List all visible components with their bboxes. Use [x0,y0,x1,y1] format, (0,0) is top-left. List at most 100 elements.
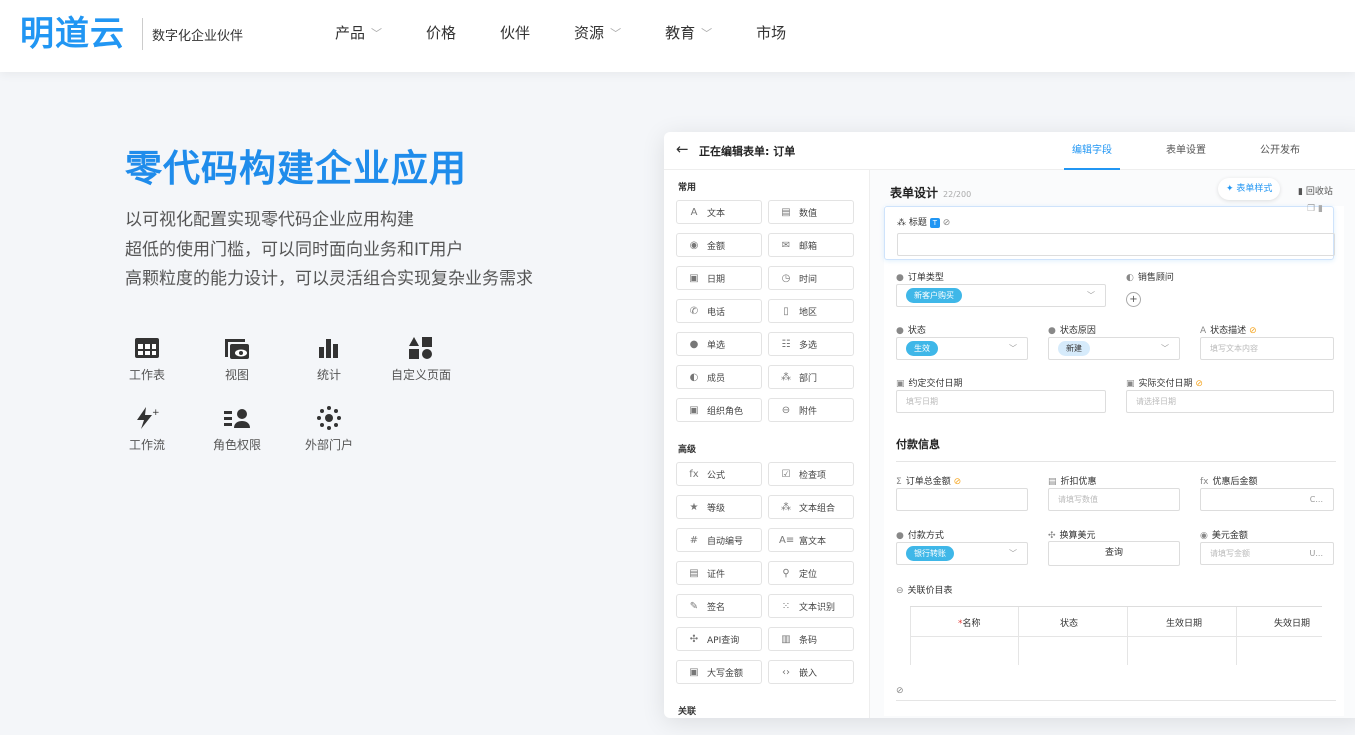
radio-icon: ● [1048,326,1056,336]
top-navigation-bar: 明道云 数字化企业伙伴 产品 ﹀ 价格 伙伴 资源 ﹀ 教育 ﹀ 市场 [0,0,1355,72]
main-nav: 产品 ﹀ 价格 伙伴 资源 ﹀ 教育 ﹀ 市场 [335,22,830,43]
tagline: 数字化企业伙伴 [152,29,244,44]
palette-field-button[interactable]: ✉ 邮箱 [768,233,854,257]
palette-field-button[interactable]: ▣ 组织角色 [676,398,762,422]
status-reason-label: ● 状态原因 [1048,326,1096,336]
palette-field-button[interactable]: ▯ 地区 [768,299,854,323]
feature-workflow[interactable]: + 工作流 [112,403,182,453]
feature-worksheet[interactable]: 工作表 [112,333,182,383]
tab-form-settings[interactable]: 表单设置 [1158,132,1214,170]
radio-icon: ● [896,273,904,283]
money-icon: ◉ [1200,531,1208,541]
logo[interactable]: 明道云 [20,14,125,54]
grid-icon [112,333,182,363]
recycle-bin-button[interactable]: ▮ 回收站 [1298,184,1333,197]
delete-icon[interactable]: ▮ [1318,204,1323,214]
currency-suffix: C... [1309,495,1323,504]
nav-item-market[interactable]: 市场 [756,22,786,43]
feature-role-permission[interactable]: 角色权限 [202,403,272,453]
field-type-icon: ◉ [689,239,699,251]
palette-field-label: 单选 [707,340,726,351]
palette-field-button[interactable]: ◉ 金额 [676,233,762,257]
nav-item-product[interactable]: 产品 ﹀ [335,22,382,43]
palette-field-button[interactable]: ◐ 成员 [676,365,762,389]
form-style-button[interactable]: ✦ 表单样式 [1218,178,1281,200]
palette-field-button[interactable]: # 自动编号 [676,528,762,552]
field-type-icon: ▤ [689,567,699,579]
nav-item-resources[interactable]: 资源 ﹀ [574,22,621,43]
option-pill: 新客户购买 [906,288,962,303]
order-type-select[interactable]: 新客户购买 ﹀ [896,284,1106,307]
field-type-icon: ★ [689,501,699,513]
palette-field-button[interactable]: ✎ 签名 [676,594,762,618]
palette-field-button[interactable]: ⁙ 文本识别 [768,594,854,618]
delivery-date-input[interactable]: 填写日期 [896,390,1106,413]
nav-item-pricing[interactable]: 价格 [426,22,456,43]
palette-field-button[interactable]: ▣ 日期 [676,266,762,290]
palette-field-button[interactable]: ▤ 证件 [676,561,762,585]
title-field-label: ⁂ 标题 T ⊘ [897,218,951,228]
usd-amount-input[interactable]: 请填写金额 U... [1200,542,1334,565]
palette-field-button[interactable]: ⁂ 文本组合 [768,495,854,519]
total-input[interactable] [896,488,1028,511]
palette-field-label: 数值 [799,208,818,219]
field-palette: 常用 A 文本 ▤ 数值 ◉ 金额 ✉ 邮箱 ▣ 日期 ◷ 时间 ✆ 电话 ▯ 地区 ● 单选 ☷ 多选 ◐ 成员 ⁂ 部门 ▣… [664,170,870,718]
palette-field-button[interactable]: A 文本 [676,200,762,224]
field-type-icon: ⁂ [781,371,791,383]
hero-title: 零代码构建企业应用 [125,147,467,190]
feature-statistics[interactable]: 统计 [294,333,364,383]
tab-publish[interactable]: 公开发布 [1252,132,1308,170]
palette-field-button[interactable]: ⚲ 定位 [768,561,854,585]
copy-icon[interactable]: ❐ [1307,204,1315,214]
feature-external-portal[interactable]: 外部门户 [294,403,364,453]
field-type-icon: A [690,206,698,218]
logo-divider [142,18,143,50]
palette-field-button[interactable]: ⁂ 部门 [768,365,854,389]
user-icon: ◐ [1126,273,1134,283]
title-input[interactable] [897,233,1335,256]
text-icon: A [1200,326,1207,336]
hero-line: 高颗粒度的能力设计，可以灵活组合实现复杂业务需求 [125,269,533,289]
palette-field-label: 检查项 [799,470,827,481]
add-member-button[interactable]: + [1126,292,1141,307]
palette-field-button[interactable]: ✆ 电话 [676,299,762,323]
palette-field-button[interactable]: ☷ 多选 [768,332,854,356]
palette-field-label: 文本组合 [799,503,836,514]
feature-custom-page[interactable]: 自定义页面 [386,333,456,383]
back-arrow-icon[interactable]: ← [676,140,689,158]
tab-edit-fields[interactable]: 编辑字段 [1064,132,1120,170]
workflow-icon: + [112,403,182,433]
chevron-down-icon: ﹀ [1161,344,1169,353]
after-discount-input[interactable]: C... [1200,488,1334,511]
title-field-card[interactable]: ⁂ 标题 T ⊘ ❐ ▮ [884,204,1335,260]
pay-method-select[interactable]: 银行转账 ﹀ [896,542,1028,565]
palette-field-button[interactable]: ‹› 嵌入 [768,660,854,684]
palette-field-button[interactable]: ▥ 条码 [768,627,854,651]
palette-field-button[interactable]: ▤ 数值 [768,200,854,224]
nav-item-partners[interactable]: 伙伴 [500,22,530,43]
palette-field-button[interactable]: ★ 等级 [676,495,762,519]
nav-item-education[interactable]: 教育 ﹀ [665,22,712,43]
feature-view[interactable]: 视图 [202,333,272,383]
status-select[interactable]: 生效 ﹀ [896,337,1028,360]
query-button[interactable]: 查询 [1048,541,1180,566]
palette-field-button[interactable]: fx 公式 [676,462,762,486]
status-desc-input[interactable]: 填写文本内容 [1200,337,1334,360]
palette-field-label: 文本 [707,208,726,219]
field-type-icon: ▣ [689,404,699,416]
palette-field-button[interactable]: A≡ 富文本 [768,528,854,552]
discount-input[interactable]: 请填写数值 [1048,488,1180,511]
palette-field-button[interactable]: ◷ 时间 [768,266,854,290]
palette-field-button[interactable]: ✣ API查询 [676,627,762,651]
actual-date-input[interactable]: 请选择日期 [1126,390,1334,413]
palette-field-button[interactable]: ☑ 检查项 [768,462,854,486]
palette-field-label: 邮箱 [799,241,818,252]
column-header-status: 状态 [1060,619,1079,629]
palette-field-button[interactable]: ● 单选 [676,332,762,356]
palette-field-button[interactable]: ⊖ 附件 [768,398,854,422]
palette-section-relation: 关联 [678,707,697,717]
palette-field-button[interactable]: ▣ 大写金额 [676,660,762,684]
field-type-icon: ◷ [781,272,791,284]
palette-field-label: 自动编号 [707,536,744,547]
status-reason-select[interactable]: 新建 ﹀ [1048,337,1180,360]
